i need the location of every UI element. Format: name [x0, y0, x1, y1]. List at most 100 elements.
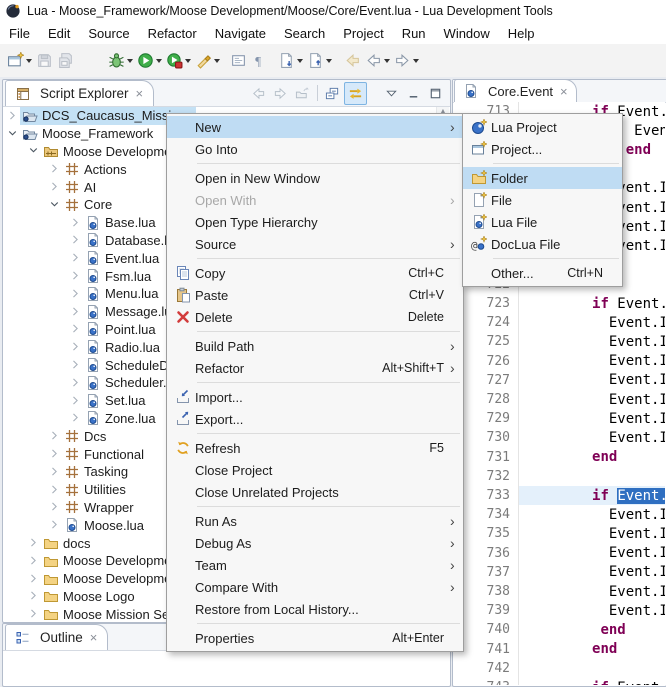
- menu-window[interactable]: Window: [435, 24, 499, 43]
- block-selection-button[interactable]: [228, 49, 249, 73]
- chevron-right-icon[interactable]: [27, 536, 41, 550]
- run-coverage-button[interactable]: [164, 49, 193, 73]
- up-nav-button[interactable]: [292, 83, 313, 104]
- menu-run[interactable]: Run: [393, 24, 435, 43]
- dropdown-arrow-icon[interactable]: [297, 59, 303, 63]
- menu-item-source[interactable]: Source›: [167, 233, 463, 255]
- chevron-right-icon[interactable]: [69, 305, 83, 319]
- chevron-right-icon[interactable]: [27, 554, 41, 568]
- menu-item-doclua-file[interactable]: @DocLua File: [463, 233, 622, 255]
- dropdown-arrow-icon[interactable]: [326, 59, 332, 63]
- menu-item-restore-from-local-history[interactable]: Restore from Local History...: [167, 598, 463, 620]
- menu-item-properties[interactable]: PropertiesAlt+Enter: [167, 627, 463, 649]
- menu-refactor[interactable]: Refactor: [139, 24, 206, 43]
- menu-item-new[interactable]: New›: [167, 116, 463, 138]
- chevron-right-icon[interactable]: [69, 287, 83, 301]
- debug-button[interactable]: [106, 49, 135, 73]
- menu-item-paste[interactable]: PasteCtrl+V: [167, 284, 463, 306]
- chevron-right-icon[interactable]: [69, 322, 83, 336]
- minimize-button[interactable]: [403, 83, 424, 104]
- link-editor-button[interactable]: [344, 82, 367, 105]
- chevron-right-icon[interactable]: [27, 607, 41, 621]
- chevron-down-icon[interactable]: [27, 144, 41, 158]
- save-all-button[interactable]: [55, 49, 76, 73]
- chevron-right-icon[interactable]: [48, 429, 62, 443]
- chevron-right-icon[interactable]: [69, 358, 83, 372]
- chevron-right-icon[interactable]: [48, 447, 62, 461]
- menu-item-refresh[interactable]: RefreshF5: [167, 437, 463, 459]
- chevron-right-icon[interactable]: [69, 269, 83, 283]
- menu-item-open-in-new-window[interactable]: Open in New Window: [167, 167, 463, 189]
- chevron-right-icon[interactable]: [69, 340, 83, 354]
- chevron-right-icon[interactable]: [48, 500, 62, 514]
- menu-help[interactable]: Help: [499, 24, 544, 43]
- menu-item-folder[interactable]: Folder: [463, 167, 622, 189]
- menu-navigate[interactable]: Navigate: [206, 24, 275, 43]
- forward-button[interactable]: [392, 49, 421, 73]
- chevron-right-icon[interactable]: [48, 180, 62, 194]
- menu-item-close-project[interactable]: Close Project: [167, 459, 463, 481]
- menu-item-close-unrelated-projects[interactable]: Close Unrelated Projects: [167, 481, 463, 503]
- back-nav-button[interactable]: [248, 83, 269, 104]
- tab-core-event[interactable]: Core.Event ×: [454, 79, 577, 102]
- chevron-right-icon[interactable]: [48, 483, 62, 497]
- menu-edit[interactable]: Edit: [39, 24, 79, 43]
- run-button[interactable]: [135, 49, 164, 73]
- tab-script-explorer[interactable]: Script Explorer ×: [5, 80, 154, 106]
- menu-item-build-path[interactable]: Build Path›: [167, 335, 463, 357]
- menu-item-copy[interactable]: CopyCtrl+C: [167, 262, 463, 284]
- menu-file[interactable]: File: [0, 24, 39, 43]
- save-button[interactable]: [34, 49, 55, 73]
- chevron-right-icon[interactable]: [69, 411, 83, 425]
- menu-project[interactable]: Project: [334, 24, 392, 43]
- annotation-next-button[interactable]: [276, 49, 305, 73]
- chevron-right-icon[interactable]: [69, 251, 83, 265]
- menu-search[interactable]: Search: [275, 24, 334, 43]
- close-icon[interactable]: ×: [88, 630, 98, 645]
- dropdown-arrow-icon[interactable]: [384, 59, 390, 63]
- menu-item-go-into[interactable]: Go Into: [167, 138, 463, 160]
- menu-item-open-with[interactable]: Open With›: [167, 189, 463, 211]
- chevron-right-icon[interactable]: [48, 465, 62, 479]
- show-whitespace-button[interactable]: ¶: [249, 49, 270, 73]
- menu-item-lua-file[interactable]: Lua File: [463, 211, 622, 233]
- chevron-right-icon[interactable]: [6, 109, 20, 123]
- last-edit-button[interactable]: [342, 49, 363, 73]
- dropdown-arrow-icon[interactable]: [26, 59, 32, 63]
- dropdown-arrow-icon[interactable]: [127, 59, 133, 63]
- back-button[interactable]: [363, 49, 392, 73]
- dropdown-arrow-icon[interactable]: [156, 59, 162, 63]
- new-wizard-button[interactable]: [5, 49, 34, 73]
- menu-item-open-type-hierarchy[interactable]: Open Type Hierarchy: [167, 211, 463, 233]
- close-icon[interactable]: ×: [558, 84, 568, 99]
- chevron-right-icon[interactable]: [48, 518, 62, 532]
- menu-item-lua-project[interactable]: Lua Project: [463, 116, 622, 138]
- chevron-right-icon[interactable]: [48, 162, 62, 176]
- menu-item-debug-as[interactable]: Debug As›: [167, 532, 463, 554]
- highlighter-button[interactable]: [193, 49, 222, 73]
- forward-nav-button[interactable]: [270, 83, 291, 104]
- view-menu-button[interactable]: [381, 83, 402, 104]
- menu-item-refactor[interactable]: RefactorAlt+Shift+T›: [167, 357, 463, 379]
- dropdown-arrow-icon[interactable]: [214, 59, 220, 63]
- chevron-down-icon[interactable]: [48, 198, 62, 212]
- menu-item-compare-with[interactable]: Compare With›: [167, 576, 463, 598]
- menu-source[interactable]: Source: [79, 24, 138, 43]
- menu-item-import[interactable]: Import...: [167, 386, 463, 408]
- menu-item-run-as[interactable]: Run As›: [167, 510, 463, 532]
- chevron-right-icon[interactable]: [27, 572, 41, 586]
- chevron-right-icon[interactable]: [69, 233, 83, 247]
- chevron-right-icon[interactable]: [69, 376, 83, 390]
- chevron-right-icon[interactable]: [27, 589, 41, 603]
- annotation-prev-button[interactable]: [305, 49, 334, 73]
- tab-outline[interactable]: Outline ×: [5, 624, 108, 650]
- chevron-down-icon[interactable]: [6, 127, 20, 141]
- dropdown-arrow-icon[interactable]: [413, 59, 419, 63]
- menu-item-other[interactable]: Other...Ctrl+N: [463, 262, 622, 284]
- menu-item-file[interactable]: File: [463, 189, 622, 211]
- collapse-all-button[interactable]: [322, 83, 343, 104]
- menu-item-team[interactable]: Team›: [167, 554, 463, 576]
- menu-item-delete[interactable]: DeleteDelete: [167, 306, 463, 328]
- dropdown-arrow-icon[interactable]: [185, 59, 191, 63]
- maximize-button[interactable]: [425, 83, 446, 104]
